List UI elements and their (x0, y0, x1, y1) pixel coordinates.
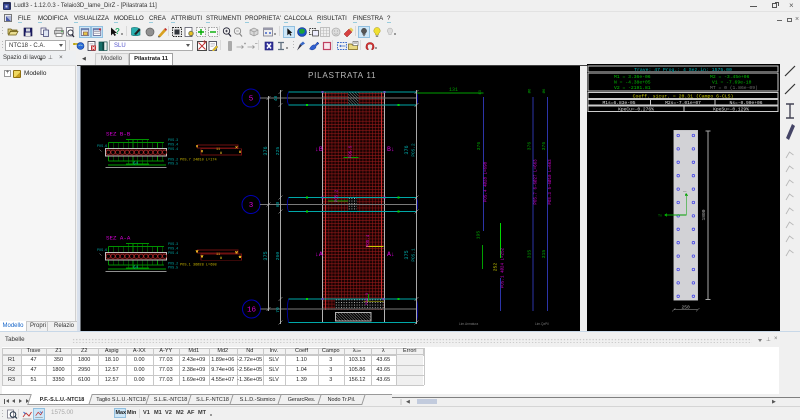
svg-text:POS.7 24Ø10 L=174: POS.7 24Ø10 L=174 (180, 157, 217, 162)
svg-text:250: 250 (682, 304, 691, 310)
svg-text:PILASTRATA 11: PILASTRATA 11 (308, 71, 376, 80)
svg-text:POS.3: POS.3 (168, 139, 178, 143)
svg-text:376: 376 (541, 142, 547, 151)
svg-text:3: 3 (249, 202, 254, 210)
svg-text:POS.5: POS.5 (350, 145, 354, 158)
svg-text:252: 252 (493, 263, 499, 272)
svg-text:5: 5 (249, 96, 254, 104)
svg-text:KpeSu=-0.129%: KpeSu=-0.129% (713, 106, 749, 112)
svg-text:A↓: A↓ (387, 251, 395, 258)
svg-text:POS.2: POS.2 (336, 189, 340, 202)
svg-text:40: 40 (273, 96, 279, 102)
svg-text:1800: 1800 (701, 209, 707, 220)
svg-text:Tx: Tx (658, 215, 662, 219)
svg-text:POS.4 4Ø28 L=698: POS.4 4Ø28 L=698 (484, 161, 489, 202)
svg-text:POS.4: POS.4 (168, 148, 178, 152)
svg-text:POS.5: POS.5 (168, 163, 178, 167)
svg-text:260: 260 (275, 252, 281, 261)
svg-text:M1s=6.83e-05: M1s=6.83e-05 (602, 100, 635, 106)
svg-text:M1 = 3.36e-06: M1 = 3.36e-06 (614, 74, 651, 80)
svg-text:376: 376 (404, 145, 410, 154)
svg-text:315: 315 (527, 250, 533, 259)
svg-text:POS.1: POS.1 (412, 248, 417, 262)
svg-text:?: ? (115, 27, 120, 36)
svg-text:Lim.QzPil: Lim.QzPil (535, 322, 549, 326)
svg-text:Trave: 47 Prog.: 4 Sez.in: 1: Trave: 47 Prog.: 4 Sez.in: 1575.00 (634, 67, 732, 73)
svg-text:V2 = -2191.81: V2 = -2191.81 (614, 85, 651, 91)
svg-text:Lim.Armatura: Lim.Armatura (459, 322, 478, 326)
svg-text:376: 376 (263, 146, 269, 155)
svg-text:↓A: ↓A (315, 251, 323, 258)
svg-text:315: 315 (541, 250, 547, 259)
svg-text:131: 131 (449, 87, 458, 93)
svg-text:KpeCu=-0.276%: KpeCu=-0.276% (618, 106, 654, 112)
svg-text:POS.7 6-6Ø27 L=663: POS.7 6-6Ø27 L=663 (534, 159, 539, 205)
svg-text:POS.5: POS.5 (168, 267, 178, 271)
svg-text:↓B: ↓B (315, 146, 323, 153)
svg-text:POS.4: POS.4 (168, 144, 178, 148)
svg-text:MT = 0 (1.86e-09): MT = 0 (1.86e-09) (710, 85, 758, 91)
svg-text:70: 70 (275, 307, 281, 313)
svg-text:SEZ B-B: SEZ B-B (106, 131, 131, 138)
svg-text:375: 375 (404, 250, 410, 259)
svg-text:V1 = -7.69e-10: V1 = -7.69e-10 (712, 80, 752, 86)
svg-text:POS.3: POS.3 (366, 292, 370, 305)
svg-text:60: 60 (275, 202, 281, 208)
svg-text:Coeff. sicur. = 20.31 (Campo 6: Coeff. sicur. = 20.31 (Campo 6-CLS) (633, 93, 734, 99)
svg-text:376: 376 (476, 142, 482, 151)
svg-text:POS.3 5-6Ø10 L=663: POS.3 5-6Ø10 L=663 (548, 159, 553, 205)
svg-text:Ø6: Ø6 (542, 88, 547, 93)
svg-text:Ø6: Ø6 (528, 88, 533, 93)
svg-text:375: 375 (263, 251, 269, 260)
svg-text:POS.4: POS.4 (168, 252, 178, 256)
svg-text:376: 376 (527, 142, 533, 151)
svg-text:B↓: B↓ (387, 146, 395, 153)
svg-text:225: 225 (275, 147, 281, 156)
svg-text:195: 195 (476, 231, 482, 240)
svg-text:POS.4: POS.4 (367, 234, 371, 247)
svg-text:POS.1 36Ø28 L=698: POS.1 36Ø28 L=698 (180, 263, 217, 268)
svg-text:POS.6: POS.6 (97, 249, 107, 253)
svg-text:64: 64 (133, 163, 139, 167)
svg-text:POS.4: POS.4 (168, 248, 178, 252)
svg-text:SEZ A-A: SEZ A-A (106, 235, 131, 242)
svg-text:POS.3: POS.3 (168, 243, 178, 247)
svg-text:POS.1 4Ø24 L=252: POS.1 4Ø24 L=252 (501, 247, 506, 288)
svg-text:M2 = -3.45e+06: M2 = -3.45e+06 (710, 74, 750, 80)
svg-text:64: 64 (133, 267, 139, 271)
svg-text:16: 16 (247, 307, 257, 315)
svg-text:13: 13 (479, 90, 483, 95)
svg-text:Ns=-0.90e+06: Ns=-0.90e+06 (729, 100, 762, 106)
svg-text:N = -4.38e+05: N = -4.38e+05 (614, 80, 651, 86)
svg-text:M2s=-7.01e+07: M2s=-7.01e+07 (665, 100, 701, 106)
svg-text:POS.6: POS.6 (97, 145, 107, 149)
svg-text:POS.2: POS.2 (412, 143, 417, 157)
